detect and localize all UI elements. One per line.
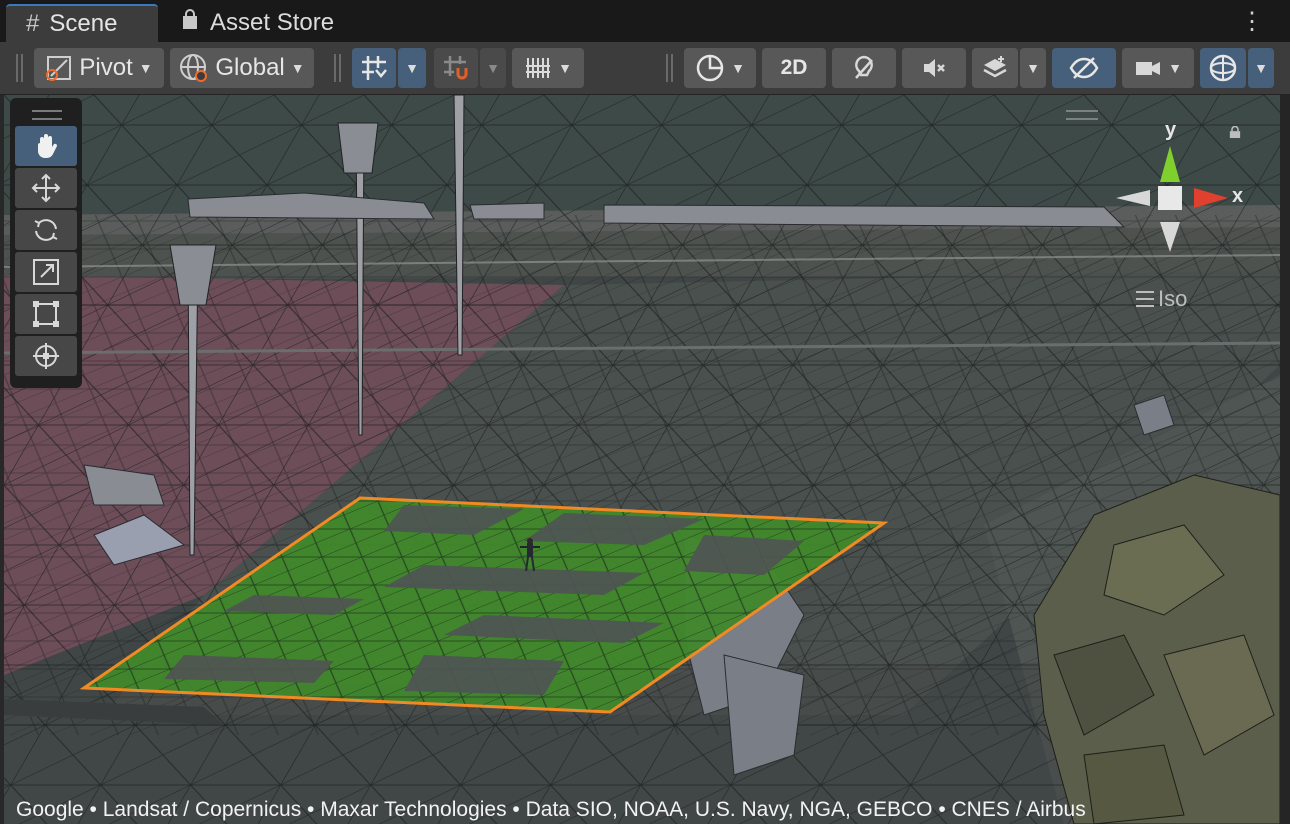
rotate-tool-button[interactable] (15, 210, 77, 250)
gizmos-toggle-button[interactable] (1200, 48, 1246, 88)
hand-tool-button[interactable] (15, 126, 77, 166)
scene-visibility-toggle[interactable] (1052, 48, 1116, 88)
viewport-edge (1280, 95, 1290, 824)
lock-icon[interactable] (1228, 126, 1242, 138)
gizmos-dropdown[interactable]: ▼ (1248, 48, 1274, 88)
scale-tool-button[interactable] (15, 252, 77, 292)
projection-toggle[interactable]: Iso (1136, 286, 1187, 312)
toolbar-grip-icon[interactable] (334, 54, 341, 82)
scale-icon (33, 259, 59, 285)
effects-dropdown[interactable]: ▼ (1020, 48, 1046, 88)
grid-hash-icon: # (26, 10, 40, 37)
scene-toolbar: Pivot ▼ Global ▼ ▼ ▼ ▼ ▼ 2D ▼ ▼ ▼ (0, 42, 1290, 95)
gizmo-neg-y-axis-icon[interactable] (1160, 222, 1180, 252)
increment-snap-dropdown[interactable]: ▼ (480, 48, 506, 88)
toolbar-grip-icon[interactable] (16, 54, 23, 82)
camera-settings-button[interactable]: ▼ (1122, 48, 1194, 88)
2d-toggle-button[interactable]: 2D (762, 48, 826, 88)
gizmo-y-axis-icon[interactable] (1160, 146, 1180, 182)
rotate-icon (34, 219, 58, 241)
orientation-gizmo[interactable]: y x (1110, 118, 1260, 258)
global-label: Global (215, 54, 285, 81)
gizmo-neg-x-axis-icon[interactable] (1116, 190, 1150, 206)
map-attribution: Google • Landsat / Copernicus • Maxar Te… (16, 798, 1086, 821)
pivot-button[interactable]: Pivot ▼ (34, 48, 164, 88)
lighting-bulb-icon (855, 55, 873, 79)
pivot-label: Pivot (79, 54, 133, 81)
gizmo-y-label: y (1165, 119, 1177, 141)
hand-icon (38, 134, 58, 158)
grid-snap-icon (362, 56, 387, 80)
draw-mode-button[interactable]: ▼ (684, 48, 756, 88)
chevron-down-icon: ▼ (290, 60, 305, 76)
increment-snap-toggle[interactable] (434, 48, 478, 88)
grid-ruler-icon (526, 58, 551, 78)
chevron-down-icon: ▼ (558, 60, 572, 76)
chevron-down-icon: ▼ (138, 60, 153, 76)
gizmo-center-cube[interactable] (1158, 186, 1182, 210)
chevron-down-icon: ▼ (405, 60, 419, 76)
shopping-bag-icon (180, 8, 200, 38)
global-button[interactable]: Global ▼ (170, 48, 314, 88)
overlay-grip-icon[interactable] (1066, 110, 1098, 120)
chevron-down-icon: ▼ (1254, 60, 1268, 76)
audio-mute-icon (924, 59, 945, 77)
shading-sphere-icon (696, 54, 724, 82)
globe-icon (180, 54, 208, 82)
tab-scene[interactable]: # Scene (6, 4, 158, 42)
transform-tool-button[interactable] (15, 336, 77, 376)
scene-viewport[interactable] (4, 95, 1280, 824)
tab-asset-store[interactable]: Asset Store (160, 4, 360, 42)
gizmo-x-label: x (1232, 185, 1243, 207)
grid-visibility-button[interactable]: ▼ (512, 48, 584, 88)
tool-palette (10, 98, 82, 388)
menu-bars-icon (1136, 291, 1154, 307)
lighting-toggle-button[interactable] (832, 48, 896, 88)
effects-toggle-button[interactable] (972, 48, 1018, 88)
transform-icon (33, 343, 59, 369)
chevron-down-icon: ▼ (1168, 60, 1182, 76)
tab-bar: # Scene Asset Store ⋮ (0, 0, 1290, 42)
tab-scene-label: Scene (49, 10, 118, 37)
gizmo-sphere-icon (1209, 54, 1237, 82)
toolbar-grip-icon[interactable] (666, 54, 673, 82)
projection-label: Iso (1158, 286, 1188, 311)
chevron-down-icon: ▼ (1026, 60, 1040, 76)
chevron-down-icon: ▼ (486, 60, 500, 76)
gizmo-x-axis-icon[interactable] (1194, 188, 1228, 208)
eye-hidden-icon (1069, 57, 1099, 79)
2d-label: 2D (780, 56, 808, 79)
effects-layers-icon (983, 56, 1007, 78)
move-arrows-icon (31, 173, 61, 203)
grid-snap-toggle[interactable] (352, 48, 396, 88)
snap-magnet-icon (444, 56, 468, 80)
scene-render (4, 95, 1280, 824)
more-options-icon[interactable]: ⋮ (1240, 10, 1264, 34)
rect-tool-button[interactable] (15, 294, 77, 334)
camera-icon (1136, 62, 1161, 75)
chevron-down-icon: ▼ (731, 60, 745, 76)
rect-transform-icon (33, 301, 59, 327)
pivot-icon (46, 56, 72, 81)
audio-toggle-button[interactable] (902, 48, 966, 88)
move-tool-button[interactable] (15, 168, 77, 208)
grid-snap-dropdown[interactable]: ▼ (398, 48, 426, 88)
palette-grip-icon[interactable] (32, 110, 62, 120)
tab-asset-store-label: Asset Store (210, 9, 335, 36)
